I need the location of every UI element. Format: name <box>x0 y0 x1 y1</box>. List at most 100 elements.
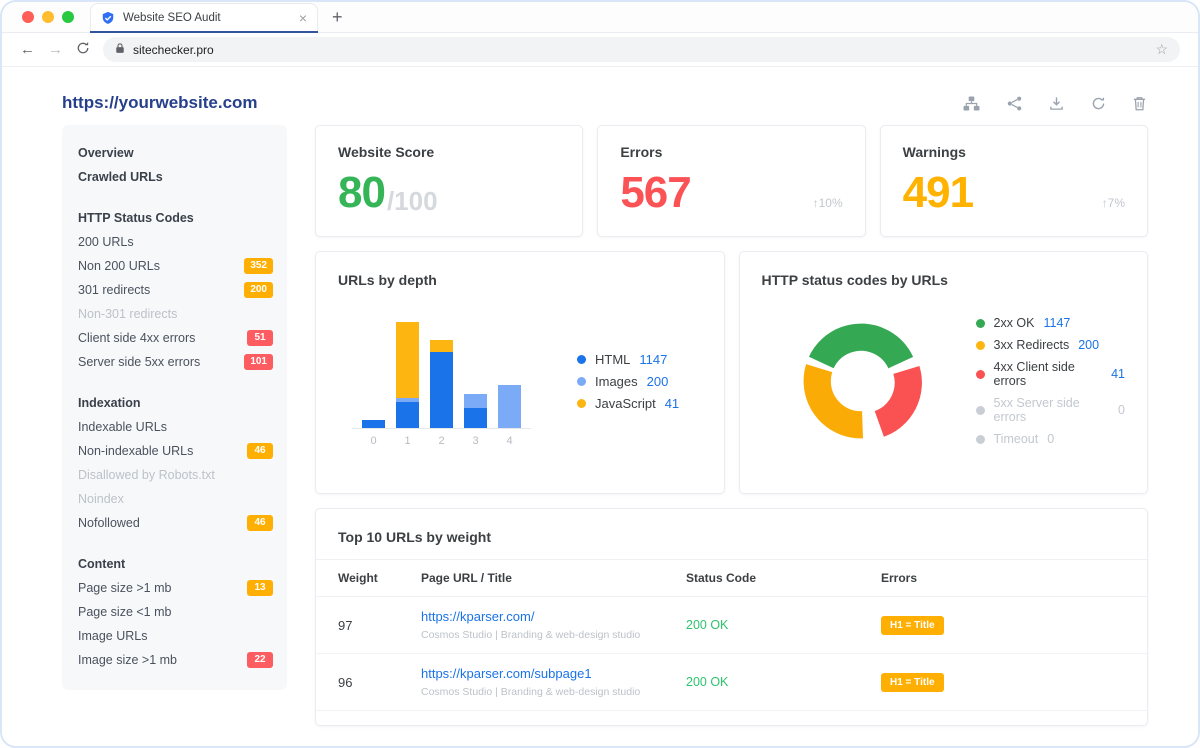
browser-tab[interactable]: Website SEO Audit × <box>90 3 318 32</box>
page-url-link[interactable]: https://kparser.com/ <box>421 609 686 624</box>
legend-label: 3xx Redirects <box>994 338 1070 352</box>
audited-site-url[interactable]: https://yourwebsite.com <box>62 93 258 113</box>
count-badge: 46 <box>247 515 273 531</box>
bar-depth-3 <box>464 394 487 428</box>
bar-depth-0 <box>362 420 385 428</box>
x-tick-label: 4 <box>498 435 521 447</box>
sidebar-item-200-urls[interactable]: 200 URLs <box>62 230 287 254</box>
legend-dot-icon <box>577 399 586 408</box>
stat-card-title: Errors <box>620 144 842 160</box>
legend-label: Images <box>595 374 638 389</box>
stat-card-title: Warnings <box>903 144 1125 160</box>
sidebar-item-301-redirects[interactable]: 301 redirects200 <box>62 278 287 302</box>
sidebar-item-label: Client side 4xx errors <box>78 326 247 350</box>
top-urls-title: Top 10 URLs by weight <box>316 529 1147 545</box>
bar-segment-html <box>396 402 419 428</box>
stat-card-title: Website Score <box>338 144 560 160</box>
column-header-weight: Weight <box>338 571 421 585</box>
bar-segment-html <box>464 408 487 428</box>
sidebar-item-disallowed-by-robots-txt[interactable]: Disallowed by Robots.txt <box>62 463 287 487</box>
x-tick-label: 1 <box>396 435 419 447</box>
sidebar-item-crawled-urls[interactable]: Crawled URLs <box>62 165 287 189</box>
urls-by-depth-bar-chart: 01234 <box>352 316 531 447</box>
bar-segment-images <box>498 385 521 428</box>
legend-dot-icon <box>976 319 985 328</box>
legend-value: 0 <box>1047 432 1054 446</box>
forward-button[interactable]: → <box>48 42 63 57</box>
count-badge: 352 <box>244 258 273 274</box>
legend-label: HTML <box>595 352 630 367</box>
page-url-link[interactable]: https://kparser.com/subpage1 <box>421 666 686 681</box>
legend-dot-icon <box>976 341 985 350</box>
stat-card-website-score: Website Score80/100 <box>315 125 583 237</box>
stat-card-warnings: Warnings491↑7% <box>880 125 1148 237</box>
sidebar-item-non-indexable-urls[interactable]: Non-indexable URLs46 <box>62 439 287 463</box>
legend-value: 200 <box>1078 338 1099 352</box>
legend-item-3xx-redirects: 3xx Redirects 200 <box>976 338 1126 352</box>
urls-by-depth-card: URLs by depth 01234 HTML1147Images200Jav… <box>315 251 725 494</box>
download-icon[interactable] <box>1049 96 1064 111</box>
sidebar-item-page-size-1-mb[interactable]: Page size >1 mb13 <box>62 576 287 600</box>
status-code-value: 200 OK <box>686 675 881 689</box>
seo-audit-page: https://yourwebsite.com <box>2 67 1198 748</box>
sidebar-item-label: Crawled URLs <box>78 165 273 189</box>
address-bar[interactable]: sitechecker.pro ☆ <box>103 37 1180 62</box>
reload-button[interactable] <box>76 41 90 58</box>
sidebar-item-indexable-urls[interactable]: Indexable URLs <box>62 415 287 439</box>
legend-label: JavaScript <box>595 396 656 411</box>
sidebar-item-server-side-5xx-errors[interactable]: Server side 5xx errors101 <box>62 350 287 374</box>
delete-icon[interactable] <box>1133 96 1146 111</box>
legend-label: 5xx Server side errors <box>994 396 1110 424</box>
table-header-row: WeightPage URL / TitleStatus CodeErrors <box>316 559 1147 597</box>
sidebar-item-label: Non-indexable URLs <box>78 439 247 463</box>
share-icon[interactable] <box>1007 96 1022 111</box>
column-header-page-url-title: Page URL / Title <box>421 571 686 585</box>
sitemap-icon[interactable] <box>963 96 980 111</box>
count-badge: 51 <box>247 330 273 346</box>
http-status-codes-title: HTTP status codes by URLs <box>762 272 1126 288</box>
refresh-icon[interactable] <box>1091 96 1106 111</box>
window-controls <box>22 2 74 32</box>
header-actions <box>963 96 1146 111</box>
legend-value: 1147 <box>1044 316 1071 330</box>
sidebar-item-label: 301 redirects <box>78 278 244 302</box>
tab-close-icon[interactable]: × <box>299 11 307 25</box>
sidebar-item-image-size-1-mb[interactable]: Image size >1 mb22 <box>62 648 287 672</box>
table-body: 97https://kparser.com/Cosmos Studio | Br… <box>316 597 1147 711</box>
status-codes-donut-chart <box>788 308 934 454</box>
bar-segment-javascript <box>430 340 453 352</box>
sidebar-item-overview[interactable]: Overview <box>62 141 287 165</box>
column-header-errors: Errors <box>881 571 1125 585</box>
sidebar-item-image-urls[interactable]: Image URLs <box>62 624 287 648</box>
sidebar-item-label: Non 200 URLs <box>78 254 244 278</box>
close-window-button[interactable] <box>22 11 34 23</box>
sidebar-item-label: Nofollowed <box>78 511 247 535</box>
content: OverviewCrawled URLsHTTP Status Codes200… <box>62 125 1148 726</box>
legend-value: 200 <box>647 374 669 389</box>
page-title-text: Cosmos Studio | Branding & web-design st… <box>421 686 686 698</box>
new-tab-button[interactable]: + <box>332 2 343 32</box>
minimize-window-button[interactable] <box>42 11 54 23</box>
bookmark-star-icon[interactable]: ☆ <box>1155 41 1168 58</box>
legend-dot-icon <box>976 435 985 444</box>
legend-dot-icon <box>976 406 985 415</box>
sidebar-item-non-301-redirects[interactable]: Non-301 redirects <box>62 302 287 326</box>
browser-tab-strip: Website SEO Audit × + <box>2 2 1198 33</box>
bar-segment-html <box>430 352 453 428</box>
sidebar-item-client-side-4xx-errors[interactable]: Client side 4xx errors51 <box>62 326 287 350</box>
sidebar-item-nofollowed[interactable]: Nofollowed46 <box>62 511 287 535</box>
sidebar-item-label: Image size >1 mb <box>78 648 247 672</box>
sidebar-item-label: Disallowed by Robots.txt <box>78 463 273 487</box>
tab-title: Website SEO Audit <box>123 12 291 24</box>
legend-item-5xx-server-side-errors: 5xx Server side errors0 <box>976 396 1126 424</box>
sidebar-item-non-200-urls[interactable]: Non 200 URLs352 <box>62 254 287 278</box>
sidebar-item-page-size-1-mb[interactable]: Page size <1 mb <box>62 600 287 624</box>
back-button[interactable]: ← <box>20 42 35 57</box>
bar-depth-4 <box>498 385 521 428</box>
sidebar-item-noindex[interactable]: Noindex <box>62 487 287 511</box>
sidebar-item-label: Page size >1 mb <box>78 576 247 600</box>
maximize-window-button[interactable] <box>62 11 74 23</box>
stat-value: 491 <box>903 172 973 214</box>
stat-value: 567 <box>620 172 690 214</box>
table-row: 96https://kparser.com/subpage1Cosmos Stu… <box>316 654 1147 711</box>
